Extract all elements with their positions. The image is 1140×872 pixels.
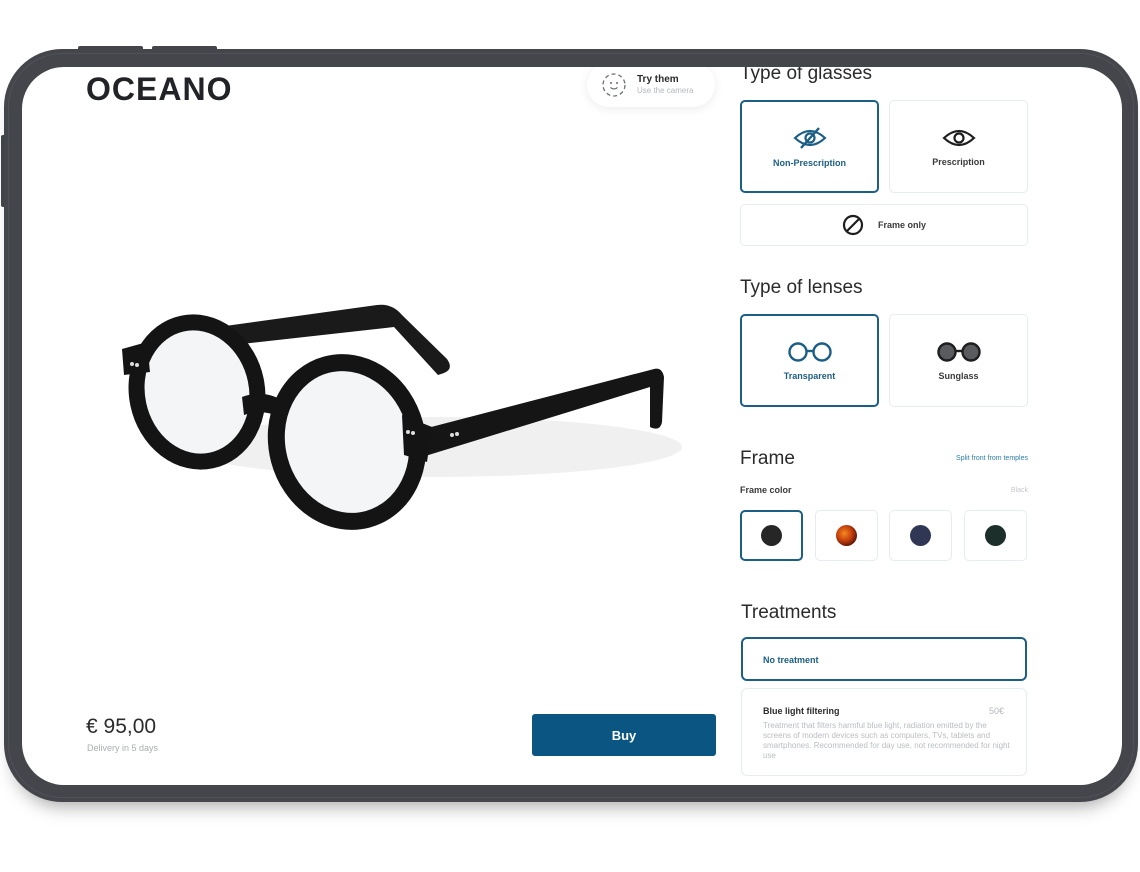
color-swatch-navy[interactable]	[889, 510, 952, 561]
frame-title: Frame	[740, 448, 795, 469]
eye-icon	[941, 129, 976, 146]
option-transparent[interactable]: Transparent	[740, 314, 879, 407]
color-dot	[910, 525, 931, 546]
option-sunglass[interactable]: Sunglass	[889, 314, 1028, 407]
treatment-description: Treatment that filters harmful blue ligh…	[763, 721, 1010, 760]
glasses-type-title: Type of glasses	[740, 67, 873, 84]
left-end-piece	[122, 342, 150, 375]
option-label: Non-Prescription	[772, 157, 846, 168]
color-swatch-black[interactable]	[740, 510, 803, 561]
product-image-glasses	[122, 304, 682, 530]
product-price: € 95,00	[86, 715, 157, 738]
treatment-name: Blue light filtering	[763, 706, 840, 716]
option-label: Prescription	[932, 156, 985, 167]
color-dot	[836, 525, 857, 546]
brand-logo: OCEANO	[86, 71, 233, 107]
treatments-title: Treatments	[741, 602, 837, 623]
treatment-none[interactable]: No treatment	[741, 637, 1027, 681]
option-label: Frame only	[877, 220, 926, 230]
frame-color-value: Black	[1010, 487, 1028, 494]
try-on-title: Try them	[637, 74, 679, 85]
prohibited-icon	[842, 214, 864, 236]
color-dot	[985, 525, 1006, 546]
sunglasses-icon	[936, 341, 981, 362]
screen: OCEANO Try them Use the camera € 95,00 D…	[22, 67, 1122, 785]
treatment-blue-light[interactable]: Blue light filtering 50€ Treatment that …	[741, 688, 1027, 776]
transparent-glasses-icon	[787, 341, 832, 362]
treatment-name: No treatment	[763, 655, 819, 665]
treatment-price: 50€	[988, 706, 1004, 716]
color-dot	[761, 525, 782, 546]
option-frame-only[interactable]: Frame only	[740, 204, 1028, 246]
option-label: Transparent	[783, 370, 836, 381]
face-scan-icon	[602, 73, 626, 97]
option-non-prescription[interactable]: Non-Prescription	[740, 100, 879, 193]
try-on-button[interactable]: Try them Use the camera	[587, 67, 715, 107]
split-front-temples-link[interactable]: Split front from temples	[956, 455, 1028, 462]
lens-type-title: Type of lenses	[740, 277, 863, 298]
color-swatch-tortoise[interactable]	[815, 510, 878, 561]
color-swatch-dark-green[interactable]	[964, 510, 1027, 561]
option-prescription[interactable]: Prescription	[889, 100, 1028, 193]
eye-slash-icon	[792, 126, 827, 149]
try-on-subtitle: Use the camera	[637, 86, 694, 95]
delivery-info: Delivery in 5 days	[87, 743, 159, 753]
option-label: Sunglass	[938, 370, 979, 381]
frame-color-label: Frame color	[740, 485, 792, 495]
buy-button[interactable]: Buy	[532, 714, 716, 756]
